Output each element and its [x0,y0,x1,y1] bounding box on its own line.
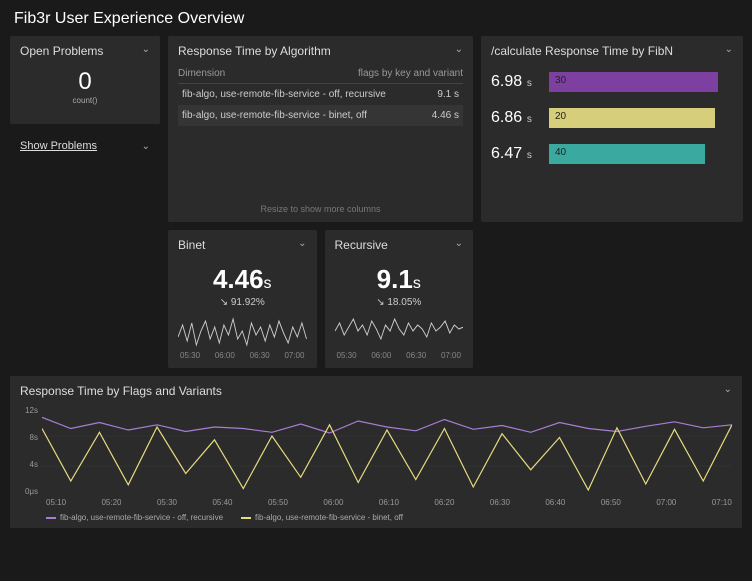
chevron-down-icon[interactable]: ⌄ [298,238,306,249]
response-time-algo-panel: Response Time by Algorithm ⌄ Dimension f… [168,36,473,222]
legend-label: fib-algo, use-remote-fib-service - binet… [255,513,403,522]
chevron-down-icon: ⌄ [142,141,150,152]
fibn-value: 6.86 s [491,109,541,127]
x-tick: 05:10 [46,498,66,507]
recursive-panel: Recursive ⌄ 9.1s ↘ 18.05% 05:30 06:00 06… [325,230,474,368]
x-tick: 06:20 [434,498,454,507]
y-tick: 12s [20,406,38,415]
x-tick: 06:00 [323,498,343,507]
row-value: 9.1 s [437,89,459,100]
recursive-delta: ↘ 18.05% [335,297,464,308]
binet-title: Binet [178,238,205,252]
x-tick: 06:30 [490,498,510,507]
table-row[interactable]: fib-algo, use-remote-fib-service - binet… [178,105,463,126]
fibn-bar-label: 20 [555,111,566,122]
binet-panel: Binet ⌄ 4.46s ↘ 91.92% 05:30 06:00 06:30… [168,230,317,368]
chevron-down-icon[interactable]: ⌄ [455,238,463,249]
open-problems-panel: Open Problems ⌄ 0 count() [10,36,160,124]
recursive-sparkline [335,317,464,351]
x-tick: 05:20 [101,498,121,507]
chevron-down-icon[interactable]: ⌄ [724,384,732,395]
binet-sparkline [178,317,307,351]
fibn-panel: /calculate Response Time by FibN ⌄ 6.98 … [481,36,743,222]
x-tick: 06:10 [379,498,399,507]
show-problems-link[interactable]: Show Problems ⌄ [10,132,160,160]
fibn-bar-label: 40 [555,147,566,158]
fibn-value: 6.98 s [491,73,541,91]
table-row[interactable]: fib-algo, use-remote-fib-service - off, … [178,84,463,105]
x-tick: 07:10 [712,498,732,507]
tick: 06:00 [371,351,391,360]
resize-hint: Resize to show more columns [178,204,463,214]
chart-series-line [42,425,732,490]
y-tick: 4s [20,460,38,469]
open-problems-label: count() [20,96,150,105]
open-problems-title: Open Problems [20,44,103,58]
row-dimension: fib-algo, use-remote-fib-service - binet… [182,110,367,121]
fibn-value: 6.47 s [491,145,541,163]
chevron-down-icon[interactable]: ⌄ [142,44,150,55]
binet-delta: ↘ 91.92% [178,297,307,308]
y-tick: 8s [20,433,38,442]
x-tick: 05:40 [212,498,232,507]
tick: 05:30 [337,351,357,360]
tick: 06:00 [215,351,235,360]
tick: 06:30 [250,351,270,360]
fibn-bar: 20 [549,108,715,128]
legend-item[interactable]: fib-algo, use-remote-fib-service - off, … [46,513,223,522]
y-tick: 0μs [20,487,38,496]
fibn-bar-label: 30 [555,75,566,86]
flags-variants-panel: Response Time by Flags and Variants ⌄ 12… [10,376,742,528]
rt-algo-title: Response Time by Algorithm [178,44,331,58]
fibn-row[interactable]: 6.47 s 40 [491,144,733,164]
legend-swatch [241,517,251,519]
tick: 07:00 [441,351,461,360]
x-tick: 05:30 [157,498,177,507]
chevron-down-icon[interactable]: ⌄ [455,44,463,55]
open-problems-value: 0 [20,68,150,96]
x-tick: 06:40 [545,498,565,507]
x-tick: 07:00 [656,498,676,507]
chevron-down-icon[interactable]: ⌄ [725,44,733,55]
row-dimension: fib-algo, use-remote-fib-service - off, … [182,89,386,100]
fibn-row[interactable]: 6.86 s 20 [491,108,733,128]
x-tick: 06:50 [601,498,621,507]
binet-value: 4.46s [178,264,307,295]
fibn-title: /calculate Response Time by FibN [491,44,673,58]
legend-swatch [46,517,56,519]
fibn-bar: 40 [549,144,705,164]
fibn-bar: 30 [549,72,718,92]
recursive-value: 9.1s [335,264,464,295]
page-title: Fib3r User Experience Overview [0,0,752,36]
recursive-title: Recursive [335,238,388,252]
row-value: 4.46 s [432,110,459,121]
flags-variants-chart[interactable] [42,406,732,496]
tick: 05:30 [180,351,200,360]
x-tick: 05:50 [268,498,288,507]
show-problems-label: Show Problems [20,140,97,152]
tick: 07:00 [284,351,304,360]
flags-variants-title: Response Time by Flags and Variants [20,384,222,398]
fibn-row[interactable]: 6.98 s 30 [491,72,733,92]
legend-label: fib-algo, use-remote-fib-service - off, … [60,513,223,522]
table-col-flags: flags by key and variant [358,68,463,79]
legend-item[interactable]: fib-algo, use-remote-fib-service - binet… [241,513,403,522]
tick: 06:30 [406,351,426,360]
table-col-dimension: Dimension [178,68,225,79]
